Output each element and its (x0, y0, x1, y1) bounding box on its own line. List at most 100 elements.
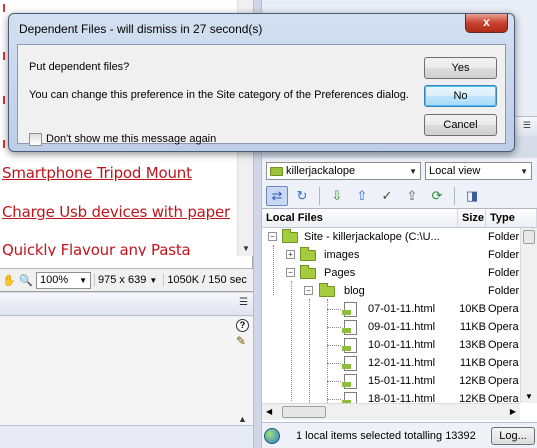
expand-icon: ◨ (465, 187, 479, 203)
file-type: Opera (488, 357, 519, 369)
site-folder-icon (282, 229, 298, 243)
expand-up-icon[interactable]: ▲ (238, 414, 247, 424)
file-type: Opera (488, 321, 519, 333)
site-select[interactable]: killerjackalope ▼ (266, 162, 421, 180)
arrow-down-icon: ⇩ (331, 187, 343, 203)
collapse-icon[interactable]: − (268, 232, 277, 241)
zoom-tool-icon[interactable]: 🔍 (19, 273, 33, 287)
dialog-info: You can change this preference in the Si… (29, 89, 409, 101)
document-status-bar: ✋ 🔍 100% ▼ 975 x 639 ▼ 1050K / 150 sec (0, 268, 253, 292)
scroll-right-icon[interactable]: ▶ (510, 407, 516, 416)
check-out-button[interactable]: ✓ (376, 186, 398, 206)
dialog-title: Dependent Files - will dismiss in 27 sec… (19, 22, 263, 36)
file-name: blog (344, 285, 365, 297)
margin-marker (3, 140, 5, 148)
file-name: Site - killerjackalope (C:\U... (304, 231, 440, 243)
files-status-bar: 1 local items selected totalling 13392 L… (262, 422, 537, 448)
file-size: 11KB (459, 321, 486, 333)
page-link[interactable]: Charge Usb devices with paper (2, 203, 230, 221)
get-files-button[interactable]: ⇩ (326, 186, 348, 206)
refresh-button[interactable]: ↻ (291, 186, 313, 206)
chevron-down-icon: ▼ (149, 276, 158, 285)
file-size: 13KB (459, 339, 486, 351)
column-header-size[interactable]: Size (458, 209, 486, 228)
list-item[interactable]: 10-01-11.html 13KB Opera (262, 336, 520, 354)
arrow-up-icon: ⇧ (356, 187, 368, 203)
selection-status: 1 local items selected totalling 13392 (296, 429, 476, 442)
file-type: Folder (488, 285, 520, 297)
margin-marker (3, 52, 5, 60)
lock-icon: ⇪ (406, 187, 418, 203)
scroll-down-icon[interactable]: ▼ (242, 244, 250, 253)
list-item[interactable]: + images Folder (262, 246, 520, 264)
check-out-icon: ✓ (381, 187, 393, 203)
file-type: Folder (488, 249, 520, 261)
files-toolbar-sites: killerjackalope ▼ Local view ▼ (262, 158, 537, 183)
check-in-button[interactable]: ⇪ (401, 186, 423, 206)
list-item[interactable]: − Site - killerjackalope (C:\U... Folder (262, 228, 520, 246)
dont-show-label[interactable]: Don't show me this message again (46, 133, 216, 145)
toolbar-separator (454, 186, 455, 205)
no-button[interactable]: No (424, 85, 497, 107)
tree-guide (327, 309, 341, 310)
yes-button[interactable]: Yes (424, 57, 497, 79)
dont-show-checkbox[interactable] (29, 133, 42, 146)
tree-guide (327, 327, 341, 328)
files-toolbar-actions: ⇄ ↻ ⇩ ⇧ ✓ ⇪ ⟳ ◨ (262, 183, 537, 208)
folder-icon (300, 265, 316, 279)
scroll-thumb[interactable] (523, 230, 535, 244)
scroll-down-icon[interactable]: ▼ (525, 392, 533, 401)
page-link[interactable]: Smartphone Tripod Mount (2, 164, 192, 182)
expand-icon[interactable]: + (286, 250, 295, 259)
margin-marker (3, 96, 5, 104)
list-item[interactable]: 09-01-11.html 11KB Opera (262, 318, 520, 336)
column-header-type[interactable]: Type (486, 209, 537, 228)
panel-menu-icon[interactable]: ☰ (523, 120, 531, 131)
help-icon[interactable]: ? (236, 319, 249, 332)
close-button[interactable]: x (465, 14, 508, 33)
view-select[interactable]: Local view ▼ (425, 162, 532, 180)
list-item[interactable]: 07-01-11.html 10KB Opera (262, 300, 520, 318)
file-name: 09-01-11.html (368, 321, 436, 333)
file-size: 10KB (459, 303, 486, 315)
file-name: 15-01-11.html (368, 375, 436, 387)
files-horizontal-scrollbar[interactable]: ◀ ▶ (262, 403, 520, 420)
collapse-icon[interactable]: − (286, 268, 295, 277)
hand-tool-icon[interactable]: ✋ (2, 273, 16, 287)
scroll-left-icon[interactable]: ◀ (266, 407, 272, 416)
expand-panel-button[interactable]: ◨ (461, 186, 483, 206)
window-size-select[interactable]: 975 x 639 ▼ (94, 274, 160, 286)
files-vertical-scrollbar[interactable]: ▼ (520, 228, 537, 403)
list-item[interactable]: 15-01-11.html 12KB Opera (262, 372, 520, 390)
synchronize-button[interactable]: ⟳ (426, 186, 448, 206)
toolbar-separator (319, 186, 320, 205)
folder-icon (300, 247, 316, 261)
dependent-files-dialog: Dependent Files - will dismiss in 27 sec… (8, 13, 515, 152)
zoom-select[interactable]: 100% ▼ (36, 271, 91, 289)
tree-guide (327, 363, 341, 364)
panel-menu-icon[interactable]: ☰ (239, 297, 248, 308)
chevron-down-icon: ▼ (79, 275, 87, 285)
sync-icon: ⟳ (431, 187, 443, 203)
list-item[interactable]: − Pages Folder (262, 264, 520, 282)
file-name: Pages (324, 267, 356, 279)
put-files-button[interactable]: ⇧ (351, 186, 373, 206)
column-header-name[interactable]: Local Files (262, 209, 458, 228)
properties-header: ☰ (0, 293, 253, 316)
local-files-list[interactable]: Local Files Size Type − Site - killerjac… (262, 208, 537, 422)
panel-divider (0, 425, 253, 448)
dialog-question: Put dependent files? (29, 61, 130, 73)
cancel-button[interactable]: Cancel (424, 114, 497, 136)
quick-edit-icon[interactable]: ✎ (236, 334, 246, 348)
page-link[interactable]: Quickly Flavour any Pasta (2, 241, 191, 256)
collapse-icon[interactable]: − (304, 286, 313, 295)
connect-button[interactable]: ⇄ (266, 185, 288, 206)
tree-guide (327, 399, 341, 400)
html-file-icon (342, 374, 357, 389)
log-button[interactable]: Log... (491, 427, 535, 445)
list-item[interactable]: 12-01-11.html 11KB Opera (262, 354, 520, 372)
scroll-thumb[interactable] (282, 406, 326, 418)
list-item[interactable]: − blog Folder (262, 282, 520, 300)
site-folder-icon (270, 166, 283, 176)
chevron-down-icon: ▼ (409, 167, 417, 176)
